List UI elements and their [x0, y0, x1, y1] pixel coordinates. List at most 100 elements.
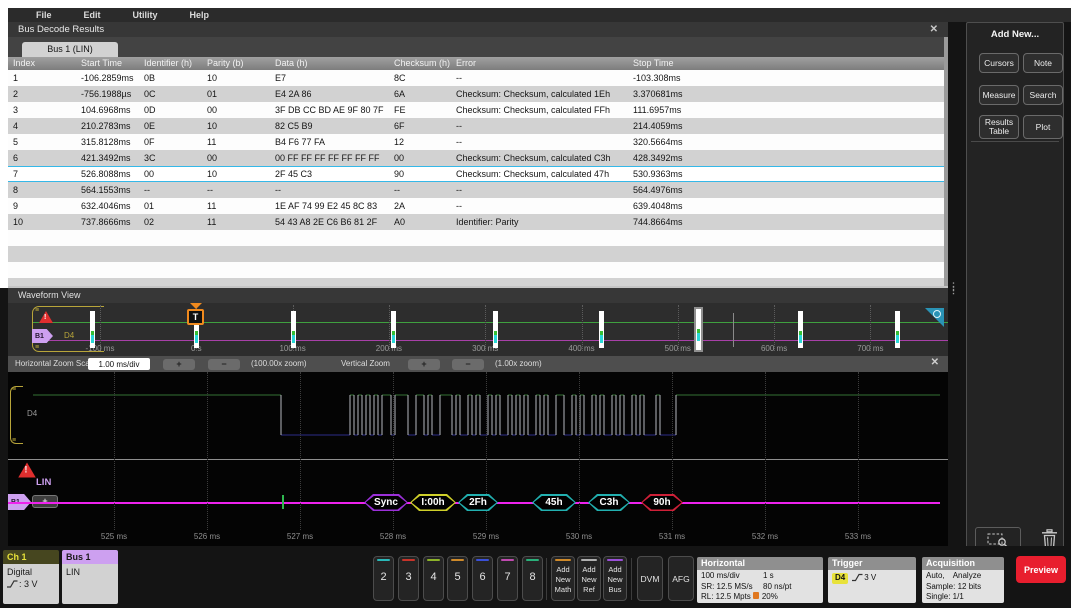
warning-icon: !: [18, 463, 36, 478]
table-row[interactable]: 3104.6968ms0D003F DB CC BD AE 9F 80 7FFE…: [8, 102, 944, 118]
channel-2-button[interactable]: 2: [373, 556, 394, 601]
sidebar-button-measure[interactable]: Measure: [979, 85, 1019, 105]
bus1-badge-bottom[interactable]: Bus 1 LIN: [62, 550, 118, 604]
table-row[interactable]: 9632.4046ms01111E AF 74 99 E2 45 8C 832A…: [8, 198, 944, 214]
trigger-panel[interactable]: Trigger D4 3 V: [828, 557, 916, 603]
sidebar-button-search[interactable]: Search: [1023, 85, 1063, 105]
zoom-time-label: 527 ms: [287, 532, 313, 541]
ch1-settings: Digital : 3 V: [3, 564, 59, 604]
channel-label: 8: [523, 571, 542, 583]
h-zoom-scale-input[interactable]: [88, 358, 150, 370]
table-row[interactable]: 1-106.2859ms0B10E78C---103.308ms: [8, 70, 944, 86]
horizontal-panel[interactable]: Horizontal 100 ms/div1 s SR: 12.5 MS/s80…: [697, 557, 823, 603]
table-row[interactable]: 2-756.1988µs0C01E4 2A 866AChecksum: Chec…: [8, 86, 944, 102]
channel-7-button[interactable]: 7: [497, 556, 518, 601]
sidebar-button-note[interactable]: Note: [1023, 53, 1063, 73]
panel-splitter-handle[interactable]: ⋮⋮: [949, 284, 953, 302]
cell: 00: [139, 166, 202, 182]
table-row[interactable]: 4210.2783ms0E1082 C5 B96F--214.4059ms: [8, 118, 944, 134]
h-zoom-plus-button[interactable]: +: [163, 359, 195, 370]
dvm-button[interactable]: DVM: [637, 556, 663, 601]
sidebar-divider: [971, 141, 1059, 142]
channel-color-bar: [377, 559, 390, 561]
cell: 82 C5 B9: [270, 118, 389, 134]
menu-edit[interactable]: Edit: [68, 8, 117, 22]
cell: 526.8088ms: [76, 166, 139, 182]
grip-icon[interactable]: ≡: [12, 386, 16, 393]
cell: -756.1988µs: [76, 86, 139, 102]
zoom-gridline: [858, 372, 859, 530]
zoom-time-label: 528 ms: [380, 532, 406, 541]
table-row[interactable]: 7526.8088ms00102F 45 C390Checksum: Check…: [8, 166, 944, 182]
cell: -106.2859ms: [76, 70, 139, 86]
d4-zoom-handle[interactable]: ≡ ≡: [10, 386, 23, 444]
channel-label: 6: [473, 571, 492, 583]
table-row[interactable]: 8564.1553ms----------564.4976ms: [8, 182, 944, 198]
column-header: Index: [8, 57, 76, 70]
marker-icon: [753, 592, 759, 599]
channel-3-button[interactable]: 3: [398, 556, 419, 601]
add-new-bus-button[interactable]: AddNewBus: [603, 556, 627, 601]
table-row[interactable]: 5315.8128ms0F11B4 F6 77 FA12--320.5664ms: [8, 134, 944, 150]
channel-8-button[interactable]: 8: [522, 556, 543, 601]
channel-4-button[interactable]: 4: [423, 556, 444, 601]
channel-color-bar: [402, 559, 415, 561]
cell: --: [451, 118, 628, 134]
column-header: Checksum (h): [389, 57, 451, 70]
grip-icon[interactable]: ≡: [12, 437, 16, 444]
sidebar-button-results-table[interactable]: Results Table: [979, 115, 1019, 139]
menu-file[interactable]: File: [20, 8, 68, 22]
zoom-time-label: 531 ms: [659, 532, 685, 541]
ch1-badge[interactable]: Ch 1 Digital : 3 V: [3, 550, 59, 604]
ch1-title: Ch 1: [3, 550, 59, 564]
overview-time-label: 600 ms: [761, 344, 787, 353]
acquisition-panel[interactable]: Acquisition Auto,Analyze Sample: 12 bits…: [922, 557, 1004, 603]
close-icon[interactable]: ✕: [930, 24, 938, 35]
cell: 0B: [139, 70, 202, 86]
cell: Checksum: Checksum, calculated FFh: [451, 102, 628, 118]
zoom-close-icon[interactable]: ✕: [931, 357, 939, 368]
table-row-empty: [8, 278, 944, 286]
cell: 564.1553ms: [76, 182, 139, 198]
add-button-line: New: [552, 575, 574, 584]
trigger-marker[interactable]: T: [187, 309, 204, 325]
acquisition-values: Auto,Analyze Sample: 12 bits Single: 1/1: [922, 570, 1004, 603]
decode-bubble-90h: 90h: [641, 494, 683, 511]
table-row[interactable]: 6421.3492ms3C0000 FF FF FF FF FF FF FF00…: [8, 150, 944, 166]
sidebar-button-plot[interactable]: Plot: [1023, 115, 1063, 139]
tab-bus1-lin[interactable]: Bus 1 (LIN): [22, 42, 118, 57]
add-new-ref-button[interactable]: AddNewRef: [577, 556, 601, 601]
column-header: Identifier (h): [139, 57, 202, 70]
cell: --: [270, 182, 389, 198]
menu-help[interactable]: Help: [174, 8, 226, 22]
channel-6-button[interactable]: 6: [472, 556, 493, 601]
h-zoom-minus-button[interactable]: −: [208, 359, 240, 370]
cell: 104.6968ms: [76, 102, 139, 118]
h-zoom-label: Horizontal Zoom Scale: [15, 356, 96, 372]
cell: 3.370681ms: [628, 86, 944, 102]
channel-5-button[interactable]: 5: [447, 556, 468, 601]
frame-activity-bar: [493, 311, 498, 348]
d4-channel-label: D4: [64, 331, 74, 340]
afg-button[interactable]: AFG: [668, 556, 694, 601]
table-row-empty: [8, 230, 944, 246]
cell: Identifier: Parity: [451, 214, 628, 230]
zoom-window-selector[interactable]: [696, 309, 701, 350]
v-zoom-plus-button[interactable]: +: [408, 359, 440, 370]
menu-utility[interactable]: Utility: [117, 8, 174, 22]
add-button-line: Add: [552, 565, 574, 574]
overview-zoom-icon[interactable]: [925, 308, 944, 327]
preview-button[interactable]: Preview: [1016, 556, 1066, 583]
sidebar-button-cursors[interactable]: Cursors: [979, 53, 1019, 73]
cell: 564.4976ms: [628, 182, 944, 198]
cell: 320.5664ms: [628, 134, 944, 150]
table-row[interactable]: 10737.8666ms021154 43 A8 2E C6 B6 81 2FA…: [8, 214, 944, 230]
overview-bus-trace: [32, 340, 948, 341]
grip-icon[interactable]: ≡: [35, 344, 39, 351]
cell: --: [451, 134, 628, 150]
overview-time-label: 500 ms: [665, 344, 691, 353]
table-scrollbar[interactable]: [944, 37, 948, 286]
cell: B4 F6 77 FA: [270, 134, 389, 150]
add-new-math-button[interactable]: AddNewMath: [551, 556, 575, 601]
v-zoom-minus-button[interactable]: −: [452, 359, 484, 370]
